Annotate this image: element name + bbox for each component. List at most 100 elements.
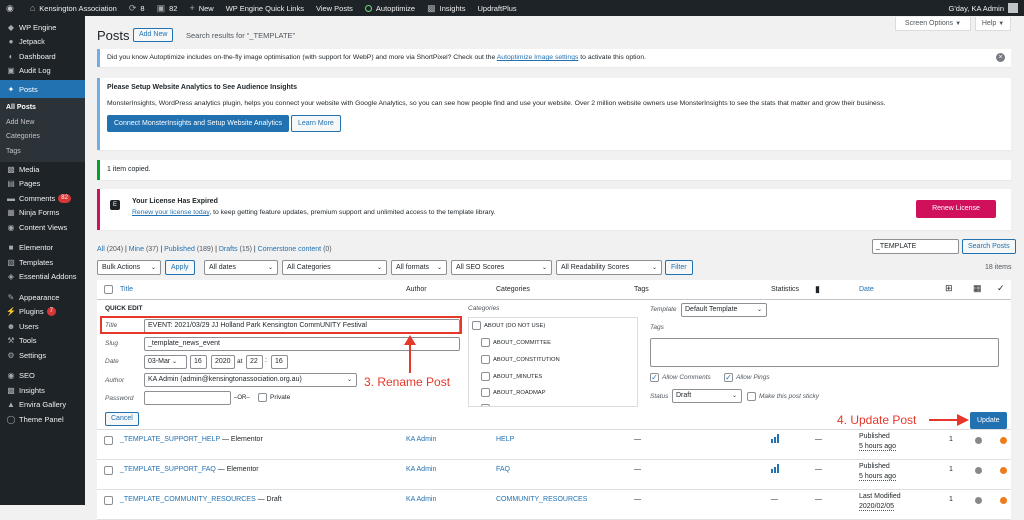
select-all-checkbox[interactable] xyxy=(104,285,113,294)
category-link[interactable]: HELP xyxy=(496,436,514,443)
connect-monsterinsights-button[interactable]: Connect MonsterInsights and Setup Websit… xyxy=(107,115,289,132)
row-checkbox[interactable] xyxy=(104,466,113,475)
search-posts-button[interactable]: Search Posts xyxy=(962,239,1016,254)
sidebar-item-pages[interactable]: ▤Pages xyxy=(0,177,85,192)
insights-link[interactable]: ▩Insights xyxy=(421,0,471,16)
author-select[interactable]: KA Admin (admin@kensingtonassociation.or… xyxy=(144,373,357,387)
wp-engine-quick-links[interactable]: WP Engine Quick Links xyxy=(220,0,310,16)
sidebar-item-plugins[interactable]: ⚡Plugins7 xyxy=(0,305,85,320)
sidebar-item-audit-log[interactable]: ▣Audit Log xyxy=(0,64,85,79)
template-select[interactable]: Default Template ⌄ xyxy=(681,303,767,317)
submenu-item-tags[interactable]: Tags xyxy=(0,145,85,160)
renew-license-link[interactable]: Renew your license today xyxy=(132,209,209,216)
sidebar-item-templates[interactable]: ▧Templates xyxy=(0,255,85,270)
category-item[interactable]: ABOUT (DO NOT USE) xyxy=(472,321,545,330)
author-link[interactable]: KA Admin xyxy=(406,436,436,443)
sidebar-item-posts[interactable]: ✦Posts xyxy=(0,80,85,98)
row-checkbox[interactable] xyxy=(104,496,113,505)
filter-mine[interactable]: Mine xyxy=(129,246,144,253)
search-input[interactable]: _TEMPLATE xyxy=(872,239,959,254)
filter-published[interactable]: Published xyxy=(164,246,195,253)
category-item[interactable]: ABOUT_COMMITTEE xyxy=(481,338,551,347)
categories-select[interactable]: All Categories⌄ xyxy=(282,260,387,275)
autoptimize-settings-link[interactable]: Autoptimize Image settings xyxy=(497,54,579,61)
filter-drafts[interactable]: Drafts xyxy=(219,246,238,253)
column-date[interactable]: Date xyxy=(859,286,874,293)
statistics-bar-icon[interactable] xyxy=(771,464,781,475)
category-item[interactable]: ABOUT_MINUTES xyxy=(481,372,542,381)
hour-input[interactable]: 22 xyxy=(246,355,263,369)
category-link[interactable]: FAQ xyxy=(496,466,510,473)
password-input[interactable] xyxy=(144,391,231,405)
cancel-button[interactable]: Cancel xyxy=(105,412,139,426)
filter-cornerstone[interactable]: Cornerstone content xyxy=(258,246,321,253)
sidebar-item-tools[interactable]: ⚒Tools xyxy=(0,334,85,349)
sidebar-item-appearance[interactable]: ✎Appearance xyxy=(0,290,85,305)
renew-license-button[interactable]: Renew License xyxy=(916,200,996,218)
author-link[interactable]: KA Admin xyxy=(406,496,436,503)
minute-input[interactable]: 16 xyxy=(271,355,288,369)
filter-all[interactable]: All xyxy=(97,246,105,253)
sidebar-item-content-views[interactable]: ◉Content Views xyxy=(0,220,85,235)
allow-pings-checkbox[interactable]: ✓ xyxy=(724,373,733,382)
sidebar-item-theme-panel[interactable]: ◯Theme Panel xyxy=(0,412,85,427)
column-title[interactable]: Title xyxy=(120,286,133,293)
post-title-link[interactable]: _TEMPLATE_COMMUNITY_RESOURCES xyxy=(120,496,256,503)
sticky-checkbox[interactable] xyxy=(747,392,756,401)
row-checkbox[interactable] xyxy=(104,436,113,445)
account-menu[interactable]: G'day, KA Admin xyxy=(949,3,1024,13)
formats-select[interactable]: All formats⌄ xyxy=(391,260,447,275)
bulk-actions-select[interactable]: Bulk Actions⌄ xyxy=(97,260,161,275)
status-select[interactable]: Draft ⌄ xyxy=(672,389,742,403)
allow-comments-checkbox[interactable]: ✓ xyxy=(650,373,659,382)
seo-scores-select[interactable]: All SEO Scores⌄ xyxy=(451,260,552,275)
statistics-bar-icon[interactable] xyxy=(771,434,781,445)
category-checkbox[interactable] xyxy=(481,355,490,364)
category-item[interactable]: ABOUT_CONSTITUTION xyxy=(481,355,560,364)
screen-options-button[interactable]: Screen Options ▼ xyxy=(895,17,971,31)
day-input[interactable]: 16 xyxy=(190,355,207,369)
sidebar-item-seo[interactable]: ◉SEO xyxy=(0,369,85,384)
category-item[interactable]: ABOUT_STEERING_GROUP xyxy=(481,404,570,407)
sidebar-item-ninja-forms[interactable]: ▦Ninja Forms xyxy=(0,206,85,221)
filter-button[interactable]: Filter xyxy=(665,260,693,275)
comments-link[interactable]: ▣82 xyxy=(151,0,184,16)
submenu-item-add-new[interactable]: Add New xyxy=(0,116,85,131)
private-checkbox[interactable] xyxy=(258,393,267,402)
dates-select[interactable]: All dates⌄ xyxy=(204,260,278,275)
sidebar-item-envira-gallery[interactable]: ▲Envira Gallery xyxy=(0,398,85,413)
category-checkbox[interactable] xyxy=(481,338,490,347)
month-select[interactable]: 03-Mar ⌄ xyxy=(144,355,187,369)
sidebar-item-essential-addons[interactable]: ◈Essential Addons xyxy=(0,270,85,285)
dismiss-icon[interactable]: × xyxy=(996,53,1005,62)
year-input[interactable]: 2020 xyxy=(211,355,235,369)
submenu-item-categories[interactable]: Categories xyxy=(0,130,85,145)
wordpress-logo-icon[interactable]: ◉ xyxy=(0,0,24,16)
sidebar-item-elementor[interactable]: ■Elementor xyxy=(0,241,85,256)
sidebar-item-users[interactable]: ☻Users xyxy=(0,319,85,334)
update-button[interactable]: Update xyxy=(970,412,1007,429)
submenu-item-all-posts[interactable]: All Posts xyxy=(0,101,85,116)
sidebar-item-insights[interactable]: ▩Insights xyxy=(0,383,85,398)
new-content-link[interactable]: +New xyxy=(183,0,219,16)
post-title-link[interactable]: _TEMPLATE_SUPPORT_HELP xyxy=(120,436,220,443)
view-posts-link[interactable]: View Posts xyxy=(310,0,359,16)
category-link[interactable]: COMMUNITY_RESOURCES xyxy=(496,496,587,503)
sidebar-item-comments[interactable]: ▬Comments82 xyxy=(0,191,85,206)
category-checkbox[interactable] xyxy=(481,404,490,407)
sidebar-item-dashboard[interactable]: ◐Dashboard xyxy=(0,49,85,64)
category-item[interactable]: ABOUT_ROADMAP xyxy=(481,388,546,397)
category-checkbox[interactable] xyxy=(481,388,490,397)
updates-link[interactable]: ⟳8 xyxy=(123,0,151,16)
updraftplus-link[interactable]: UpdraftPlus xyxy=(471,0,522,16)
sidebar-item-media[interactable]: ▩Media xyxy=(0,162,85,177)
sidebar-item-settings[interactable]: ⚙Settings xyxy=(0,348,85,363)
sidebar-item-wp-engine[interactable]: ◆WP Engine xyxy=(0,20,85,35)
category-checkbox[interactable] xyxy=(481,372,490,381)
site-name-link[interactable]: ⌂Kensington Association xyxy=(24,0,123,16)
add-new-button[interactable]: Add New xyxy=(133,28,173,42)
tags-textarea[interactable] xyxy=(650,338,999,367)
autoptimize-link[interactable]: Autoptimize xyxy=(359,0,421,16)
sidebar-item-jetpack[interactable]: ●Jetpack xyxy=(0,35,85,50)
post-title-link[interactable]: _TEMPLATE_SUPPORT_FAQ xyxy=(120,466,216,473)
